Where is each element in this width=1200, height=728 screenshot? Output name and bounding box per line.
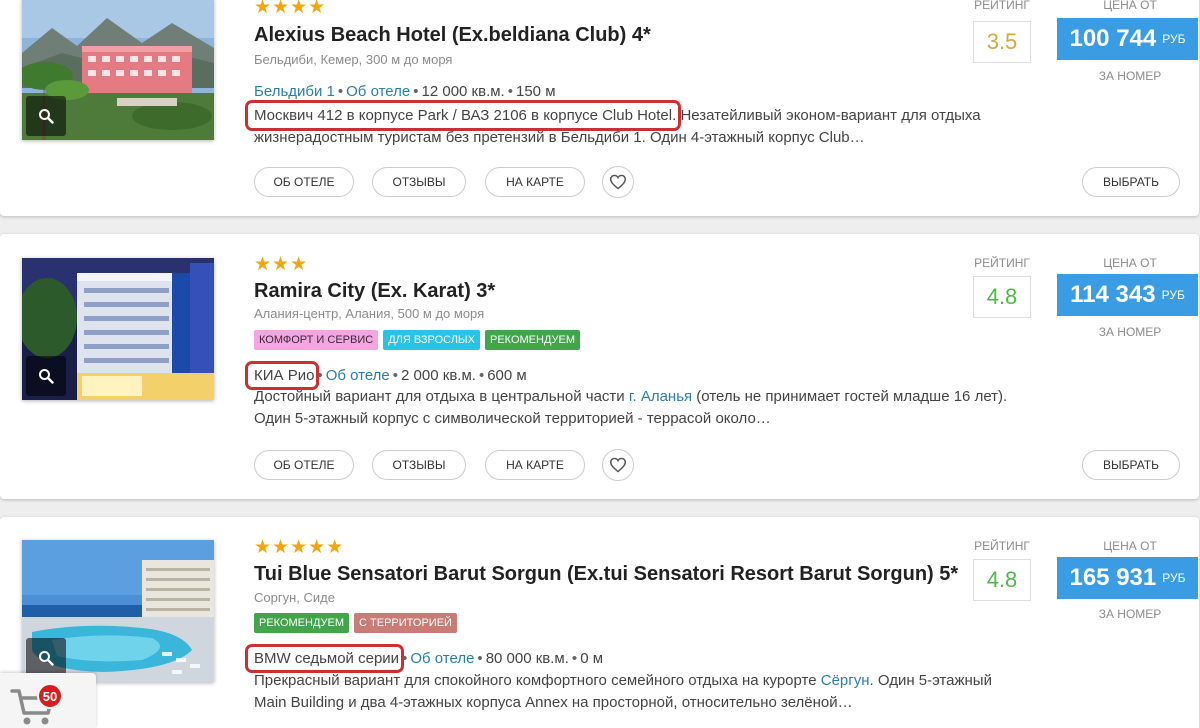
- price-note: за номер: [1098, 325, 1162, 339]
- map-button[interactable]: На карте: [485, 450, 585, 480]
- price-note: за номер: [1098, 69, 1162, 83]
- tag-list: Рекомендуем С территорией: [254, 613, 457, 633]
- hotel-name[interactable]: Ramira City (Ex. Karat) 3*: [254, 280, 495, 303]
- zoom-button[interactable]: [26, 638, 66, 678]
- hotel-name[interactable]: Alexius Beach Hotel (Ex.beldiana Club) 4…: [254, 24, 651, 47]
- select-button[interactable]: Выбрать: [1082, 167, 1180, 197]
- area-link[interactable]: Бельдиби 1: [254, 83, 335, 100]
- territory-size: 12 000 кв.м.: [421, 83, 505, 100]
- distance-to-sea: 150 м: [516, 83, 556, 100]
- search-icon: [39, 369, 54, 384]
- select-button[interactable]: Выбрать: [1082, 450, 1180, 480]
- about-hotel-button[interactable]: Об отеле: [254, 167, 354, 197]
- price-label: Цена от: [1103, 0, 1157, 12]
- hotel-card: ★★★★★ Tui Blue Sensatori Barut Sorgun (E…: [0, 517, 1199, 728]
- hotel-description: Москвич 412 в корпусе Park / ВАЗ 2106 в …: [244, 100, 1024, 149]
- territory-size: 2 000 кв.м.: [401, 367, 476, 384]
- hotel-name[interactable]: Tui Blue Sensatori Barut Sorgun (Ex.tui …: [254, 563, 958, 586]
- about-link[interactable]: Об отеле: [410, 650, 474, 667]
- rating-value: 4.8: [973, 559, 1031, 601]
- zoom-button[interactable]: [26, 356, 66, 396]
- hotel-photo[interactable]: [22, 540, 214, 682]
- territory-size: 80 000 кв.м.: [485, 650, 569, 667]
- hotel-photo[interactable]: [22, 0, 214, 140]
- hotel-description: Прекрасный вариант для спокойного комфор…: [254, 672, 992, 711]
- rating-label: Рейтинг: [974, 0, 1030, 12]
- star-rating: ★★★: [254, 254, 309, 275]
- about-hotel-button[interactable]: Об отеле: [254, 450, 354, 480]
- map-button[interactable]: На карте: [485, 167, 585, 197]
- resort-link[interactable]: Сёргун: [821, 672, 870, 689]
- price-value[interactable]: 165 931 руб: [1057, 557, 1198, 599]
- tag-recommended: Рекомендуем: [485, 330, 581, 350]
- price-note: за номер: [1098, 607, 1162, 621]
- about-link[interactable]: Об отеле: [346, 83, 410, 100]
- tag-territory: С территорией: [354, 613, 457, 633]
- favorite-button[interactable]: [602, 449, 634, 481]
- hotel-card: ★★★ Ramira City (Ex. Karat) 3* Алания-це…: [0, 234, 1199, 499]
- price-label: Цена от: [1103, 539, 1157, 553]
- hotel-meta: КИА Рио • Об отеле • 2 000 кв.м. • 600 м: [244, 361, 527, 390]
- hotel-meta: BMW седьмой серии • Об отеле • 80 000 кв.м. •…: [244, 644, 604, 673]
- hotel-location: Соргун, Сиде: [254, 590, 335, 605]
- heart-outline-icon: [609, 174, 627, 190]
- search-icon: [39, 109, 54, 124]
- car-highlight: Москвич 412 в корпусе Park / ВАЗ 2106 в …: [244, 100, 682, 131]
- star-rating: ★★★★: [254, 0, 327, 18]
- hotel-meta: Бельдиби 1 • Об отеле • 12 000 кв.м. • 150 м: [254, 83, 556, 100]
- rating-label: Рейтинг: [974, 256, 1030, 270]
- car-highlight: КИА Рио: [244, 361, 320, 390]
- hotel-description: Достойный вариант для отдыха в центральн…: [254, 388, 1008, 427]
- rating-value: 4.8: [973, 276, 1031, 318]
- price-value[interactable]: 100 744 руб: [1057, 18, 1198, 60]
- cart-count-badge: 50: [37, 683, 63, 709]
- distance-to-sea: 0 м: [580, 650, 604, 667]
- tag-comfort: Комфорт и сервис: [254, 330, 379, 350]
- reviews-button[interactable]: Отзывы: [372, 450, 466, 480]
- distance-to-sea: 600 м: [487, 367, 527, 384]
- tag-recommended: Рекомендуем: [254, 613, 350, 633]
- car-highlight: BMW седьмой серии: [244, 644, 405, 673]
- search-icon: [39, 651, 54, 666]
- hotel-location: Алания-центр, Алания, 500 м до моря: [254, 306, 485, 321]
- rating-value: 3.5: [973, 21, 1031, 63]
- star-rating: ★★★★★: [254, 537, 345, 558]
- price-label: Цена от: [1103, 256, 1157, 270]
- hotel-card: ★★★★ Alexius Beach Hotel (Ex.beldiana Cl…: [0, 0, 1199, 216]
- favorite-button[interactable]: [602, 166, 634, 198]
- zoom-button[interactable]: [26, 96, 66, 136]
- tag-adults: Для взрослых: [383, 330, 480, 350]
- cart-widget[interactable]: 50: [0, 673, 96, 728]
- city-link[interactable]: г. Аланья: [629, 388, 692, 405]
- rating-label: Рейтинг: [974, 539, 1030, 553]
- reviews-button[interactable]: Отзывы: [372, 167, 466, 197]
- tag-list: Комфорт и сервис Для взрослых Рекомендуе…: [254, 330, 581, 350]
- hotel-location: Бельдиби, Кемер, 300 м до моря: [254, 52, 453, 67]
- heart-outline-icon: [609, 457, 627, 473]
- price-value[interactable]: 114 343 руб: [1057, 274, 1198, 316]
- hotel-photo[interactable]: [22, 258, 214, 400]
- about-link[interactable]: Об отеле: [326, 367, 390, 384]
